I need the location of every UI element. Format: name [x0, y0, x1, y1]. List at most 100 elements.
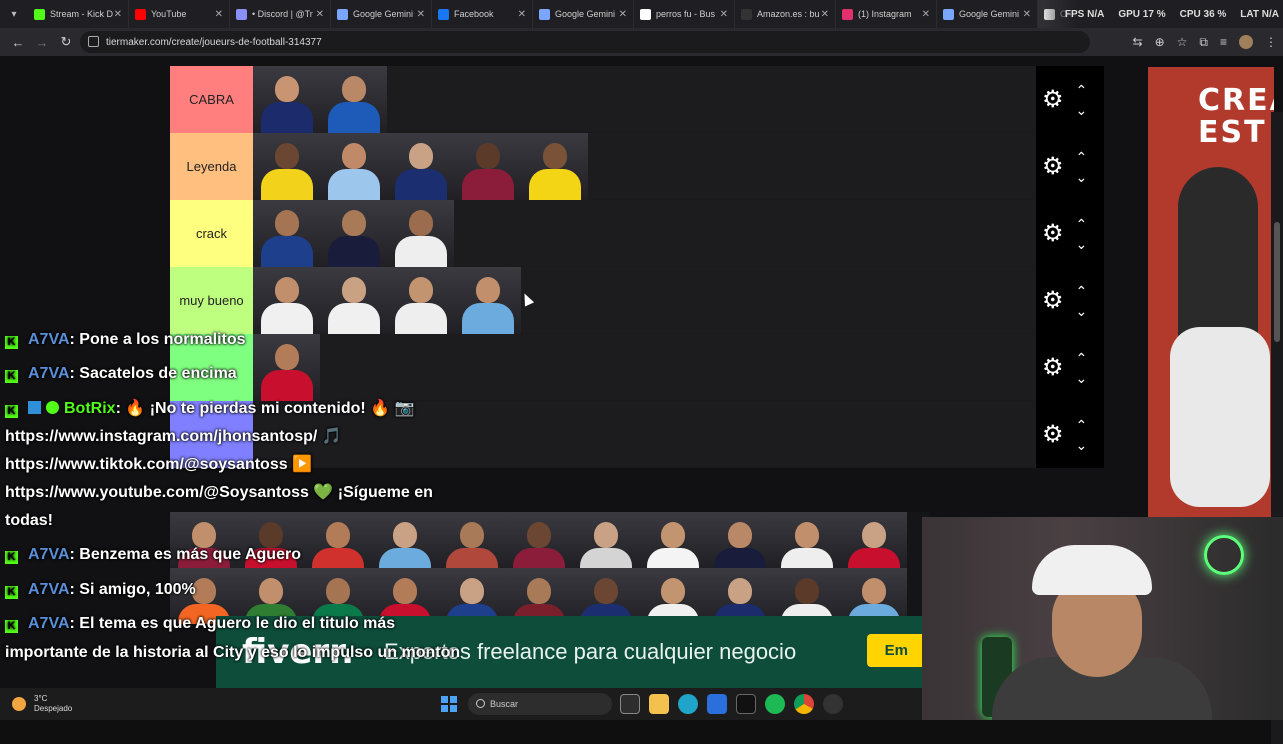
tier-items[interactable]: [253, 200, 1104, 267]
player-card[interactable]: [320, 267, 387, 334]
player-card[interactable]: [304, 512, 371, 568]
player-card[interactable]: [639, 512, 706, 568]
tab-search-chevron-icon[interactable]: ▾: [0, 0, 28, 28]
tab-close-icon[interactable]: ✕: [619, 9, 627, 20]
move-tier-down-icon[interactable]: ⌄: [1076, 100, 1088, 120]
address-bar[interactable]: tiermaker.com/create/joueurs-de-football…: [80, 31, 1090, 53]
move-tier-down-icon[interactable]: ⌄: [1076, 234, 1088, 254]
move-tier-up-icon[interactable]: ⌃: [1076, 415, 1088, 435]
forward-arrow-icon[interactable]: →: [30, 30, 54, 54]
player-card[interactable]: [706, 512, 773, 568]
tier-settings-gear-icon[interactable]: ⚙: [1042, 420, 1064, 449]
scrollbar-thumb[interactable]: [1274, 222, 1280, 342]
player-card[interactable]: [253, 133, 320, 200]
tab-close-icon[interactable]: ✕: [114, 9, 122, 20]
tab-close-icon[interactable]: ✕: [821, 9, 829, 20]
system-monitor-overlay: FPS N/A GPU 17 % CPU 36 % LAT N/A: [1044, 0, 1279, 28]
move-tier-down-icon[interactable]: ⌄: [1076, 167, 1088, 187]
browser-tab[interactable]: (1) Instagram ✕: [836, 0, 937, 28]
tab-close-icon[interactable]: ✕: [417, 9, 425, 20]
chrome-icon[interactable]: [794, 694, 814, 714]
windows-start-icon[interactable]: [441, 696, 457, 712]
tier-items[interactable]: [253, 267, 1104, 334]
profile-avatar[interactable]: [1239, 35, 1253, 49]
media-controls-icon[interactable]: ≡: [1220, 35, 1227, 49]
tier-label[interactable]: Leyenda: [170, 133, 253, 200]
move-tier-down-icon[interactable]: ⌄: [1076, 435, 1088, 455]
player-card[interactable]: [320, 200, 387, 267]
player-card[interactable]: [438, 512, 505, 568]
spotify-icon[interactable]: [765, 694, 785, 714]
zoom-icon[interactable]: ⊕: [1155, 35, 1165, 49]
tier-settings-gear-icon[interactable]: ⚙: [1042, 219, 1064, 248]
browser-tab[interactable]: Stream - Kick D ✕: [28, 0, 129, 28]
tab-close-icon[interactable]: ✕: [1023, 9, 1031, 20]
player-card[interactable]: [253, 66, 320, 133]
player-card[interactable]: [253, 334, 320, 401]
tab-close-icon[interactable]: ✕: [518, 9, 526, 20]
tier-items[interactable]: [253, 133, 1104, 200]
edge-icon[interactable]: [678, 694, 698, 714]
player-card[interactable]: [387, 133, 454, 200]
bookmark-star-icon[interactable]: ☆: [1177, 35, 1188, 49]
move-tier-up-icon[interactable]: ⌃: [1076, 214, 1088, 234]
browser-tab[interactable]: YouTube ✕: [129, 0, 230, 28]
tier-settings-gear-icon[interactable]: ⚙: [1042, 353, 1064, 382]
player-card[interactable]: [521, 133, 588, 200]
player-card[interactable]: [572, 512, 639, 568]
tab-close-icon[interactable]: ✕: [215, 9, 223, 20]
weather-widget[interactable]: 3°C Despejado: [12, 694, 72, 714]
site-info-icon[interactable]: [88, 36, 99, 47]
player-card[interactable]: [454, 267, 521, 334]
task-view-icon[interactable]: [620, 694, 640, 714]
player-card[interactable]: [253, 200, 320, 267]
player-card[interactable]: [773, 512, 840, 568]
move-tier-up-icon[interactable]: ⌃: [1076, 147, 1088, 167]
tier-settings-gear-icon[interactable]: ⚙: [1042, 85, 1064, 114]
tier-settings-gear-icon[interactable]: ⚙: [1042, 152, 1064, 181]
player-card[interactable]: [253, 267, 320, 334]
tier-label[interactable]: muy bueno: [170, 267, 253, 334]
browser-tab[interactable]: • Discord | @Tr ✕: [230, 0, 331, 28]
file-explorer-icon[interactable]: [649, 694, 669, 714]
banner-cta-button[interactable]: Em: [866, 634, 924, 667]
back-arrow-icon[interactable]: ←: [6, 30, 30, 54]
player-card[interactable]: [454, 133, 521, 200]
tab-favicon-icon: [236, 8, 247, 20]
move-tier-up-icon[interactable]: ⌃: [1076, 281, 1088, 301]
player-card[interactable]: [387, 267, 454, 334]
obs-icon[interactable]: [823, 694, 843, 714]
tier-items[interactable]: [253, 334, 1104, 401]
player-card[interactable]: [320, 133, 387, 200]
tab-close-icon[interactable]: ✕: [316, 9, 324, 20]
menu-kebab-icon[interactable]: ⋮: [1265, 35, 1277, 49]
tier-label[interactable]: CABRA: [170, 66, 253, 133]
player-card[interactable]: [320, 66, 387, 133]
move-tier-down-icon[interactable]: ⌄: [1076, 301, 1088, 321]
tab-close-icon[interactable]: ✕: [922, 9, 930, 20]
yt-music-app-icon[interactable]: [736, 694, 756, 714]
player-card[interactable]: [840, 512, 907, 568]
move-tier-up-icon[interactable]: ⌃: [1076, 348, 1088, 368]
player-card[interactable]: [371, 512, 438, 568]
reload-icon[interactable]: ↻: [54, 30, 78, 54]
move-tier-up-icon[interactable]: ⌃: [1076, 80, 1088, 100]
translate-icon[interactable]: ⇆: [1133, 35, 1143, 49]
tier-items[interactable]: [253, 66, 1104, 133]
browser-tab[interactable]: Google Gemini ✕: [937, 0, 1038, 28]
tab-close-icon[interactable]: ✕: [720, 9, 728, 20]
player-card[interactable]: [505, 512, 572, 568]
tier-label[interactable]: crack: [170, 200, 253, 267]
move-tier-down-icon[interactable]: ⌄: [1076, 368, 1088, 388]
extensions-icon[interactable]: ⧉: [1199, 35, 1208, 50]
browser-tab[interactable]: Google Gemini ✕: [331, 0, 432, 28]
browser-tab[interactable]: Google Gemini ✕: [533, 0, 634, 28]
player-card[interactable]: [387, 200, 454, 267]
browser-tab[interactable]: Amazon.es : bu ✕: [735, 0, 836, 28]
store-icon[interactable]: [707, 694, 727, 714]
browser-tab[interactable]: perros fu - Bus ✕: [634, 0, 735, 28]
tier-settings-gear-icon[interactable]: ⚙: [1042, 286, 1064, 315]
browser-tab[interactable]: Facebook ✕: [432, 0, 533, 28]
side-advertisement[interactable]: CREA EST: [1148, 67, 1274, 517]
taskbar-search[interactable]: Buscar: [468, 693, 612, 715]
